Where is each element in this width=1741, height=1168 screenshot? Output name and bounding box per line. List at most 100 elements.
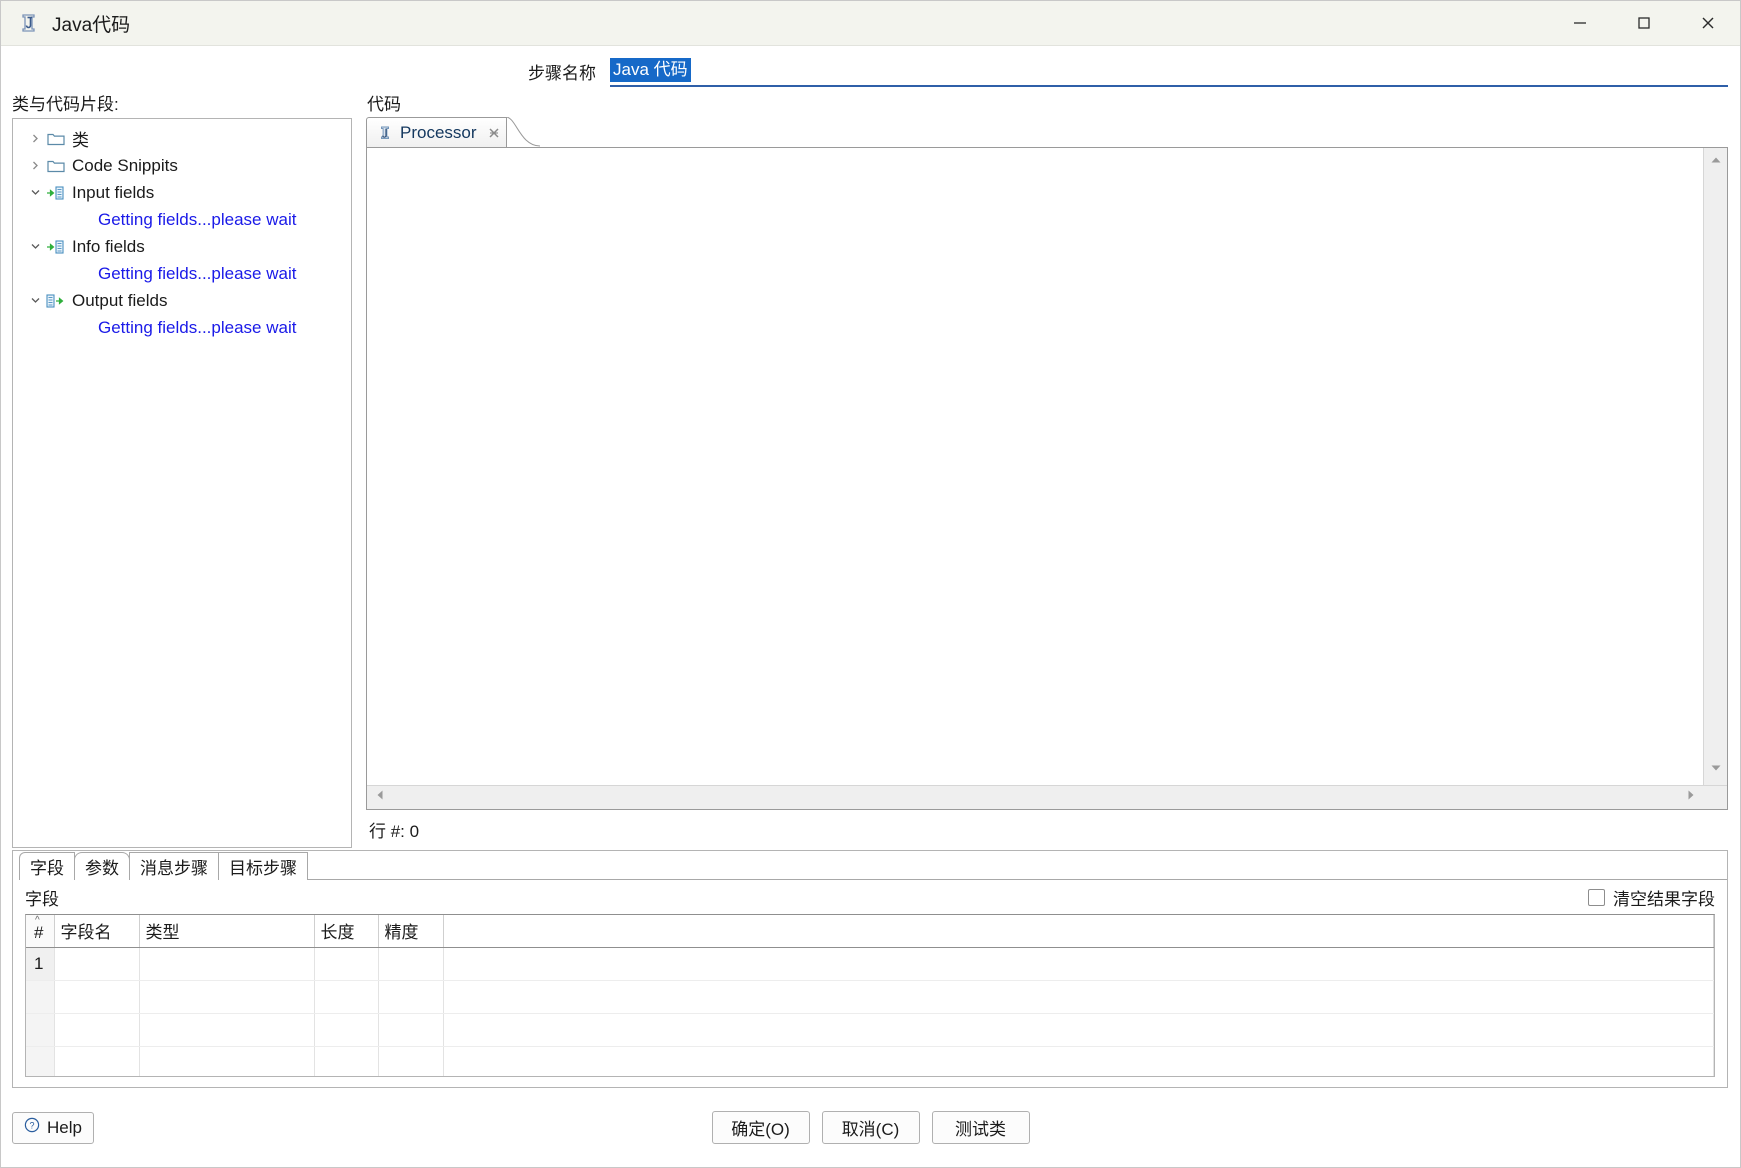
tab-processor[interactable]: Processor <box>366 117 507 147</box>
cell-index <box>26 980 54 1013</box>
column-header-length[interactable]: 长度 <box>314 915 378 947</box>
folder-icon <box>45 131 67 146</box>
scroll-down-icon[interactable] <box>1709 761 1723 780</box>
step-name-row: 步骤名称 Java 代码 <box>1 46 1740 90</box>
title-bar: Java代码 <box>1 1 1740 46</box>
cell-length[interactable] <box>314 1046 378 1077</box>
step-name-input[interactable]: Java 代码 <box>610 55 1728 87</box>
fields-header: 字段 清空结果字段 <box>13 880 1727 914</box>
cell-field-name[interactable] <box>54 947 139 980</box>
vertical-scrollbar[interactable] <box>1704 148 1727 785</box>
code-label: 代码 <box>367 90 401 115</box>
maximize-button[interactable] <box>1612 1 1676 45</box>
tree-leaf-loading: Getting fields...please wait <box>13 314 351 341</box>
fields-table-container[interactable]: ^ # 字段名 类型 长度 精度 1 <box>25 914 1715 1077</box>
column-header-type[interactable]: 类型 <box>139 915 314 947</box>
test-class-button[interactable]: 测试类 <box>932 1111 1030 1144</box>
footer-action-buttons: 确定(O) 取消(C) 测试类 <box>1 1111 1740 1144</box>
classes-snippets-tree[interactable]: 类 Code Snippits <box>12 118 352 848</box>
checkbox-box[interactable] <box>1588 889 1605 906</box>
step-name-label: 步骤名称 <box>528 59 596 84</box>
minimize-button[interactable] <box>1548 1 1612 45</box>
chevron-down-icon[interactable] <box>25 241 45 252</box>
java-class-icon <box>377 125 393 141</box>
vertical-scroll-column <box>1704 148 1727 809</box>
tab-label: Processor <box>400 123 477 143</box>
cell-field-name[interactable] <box>54 1046 139 1077</box>
cell-extra[interactable] <box>443 947 1714 980</box>
bottom-tab-bar: 字段 参数 消息步骤 目标步骤 <box>13 851 1727 880</box>
scroll-right-icon[interactable] <box>1684 788 1698 807</box>
cell-index <box>26 1013 54 1046</box>
tree-item-label: Input fields <box>72 183 154 203</box>
chevron-right-icon[interactable] <box>25 133 45 144</box>
horizontal-scrollbar[interactable] <box>367 785 1704 809</box>
chevron-right-icon[interactable] <box>25 160 45 171</box>
column-header-field-name[interactable]: 字段名 <box>54 915 139 947</box>
close-button[interactable] <box>1676 1 1740 45</box>
java-file-icon <box>18 12 40 34</box>
tab-bar-filler <box>307 852 1727 880</box>
table-row[interactable]: 1 <box>26 947 1714 980</box>
cell-type[interactable] <box>139 947 314 980</box>
step-name-value: Java 代码 <box>610 58 691 83</box>
table-row[interactable] <box>26 1013 1714 1046</box>
tab-target-steps[interactable]: 目标步骤 <box>218 852 308 880</box>
tree-item-input-fields[interactable]: Input fields <box>13 179 351 206</box>
tab-message-steps[interactable]: 消息步骤 <box>129 852 219 880</box>
dialog-footer: ? Help 确定(O) 取消(C) 测试类 <box>1 1088 1740 1167</box>
java-code-dialog: Java代码 步骤名称 Java 代码 类与代码片段: 代码 <box>0 0 1741 1168</box>
tree-item-label: 类 <box>72 126 89 151</box>
help-button[interactable]: ? Help <box>12 1112 94 1144</box>
tab-curve-decoration <box>506 117 540 147</box>
chevron-down-icon[interactable] <box>25 187 45 198</box>
fields-title: 字段 <box>25 885 59 910</box>
table-row[interactable] <box>26 980 1714 1013</box>
table-header-row: ^ # 字段名 类型 长度 精度 <box>26 915 1714 947</box>
code-editor-body <box>366 148 1728 810</box>
line-number-status: 行 #: 0 <box>366 810 1728 848</box>
code-panel: Processor <box>366 118 1728 848</box>
ok-button[interactable]: 确定(O) <box>712 1111 810 1144</box>
cell-field-name[interactable] <box>54 980 139 1013</box>
section-labels: 类与代码片段: 代码 <box>1 90 1740 118</box>
tab-fields[interactable]: 字段 <box>19 852 75 880</box>
window-controls <box>1548 1 1740 45</box>
tree-item-classes[interactable]: 类 <box>13 125 351 152</box>
cell-type[interactable] <box>139 1046 314 1077</box>
fields-table: ^ # 字段名 类型 长度 精度 1 <box>26 915 1714 1077</box>
cell-field-name[interactable] <box>54 1013 139 1046</box>
cell-extra[interactable] <box>443 1013 1714 1046</box>
column-header-precision[interactable]: 精度 <box>378 915 443 947</box>
cell-precision[interactable] <box>378 980 443 1013</box>
clear-result-fields-checkbox[interactable]: 清空结果字段 <box>1588 885 1715 910</box>
cell-extra[interactable] <box>443 1046 1714 1077</box>
tree-leaf-loading: Getting fields...please wait <box>13 260 351 287</box>
table-row[interactable] <box>26 1046 1714 1077</box>
classes-snippets-label: 类与代码片段: <box>12 90 119 115</box>
tab-parameters[interactable]: 参数 <box>74 852 130 880</box>
cell-length[interactable] <box>314 1013 378 1046</box>
column-header-spacer <box>443 915 1714 947</box>
cell-extra[interactable] <box>443 980 1714 1013</box>
cell-length[interactable] <box>314 980 378 1013</box>
cell-index: 1 <box>26 947 54 980</box>
cell-precision[interactable] <box>378 947 443 980</box>
cancel-button[interactable]: 取消(C) <box>822 1111 920 1144</box>
chevron-down-icon[interactable] <box>25 295 45 306</box>
scroll-up-icon[interactable] <box>1709 153 1723 172</box>
cell-type[interactable] <box>139 980 314 1013</box>
cell-precision[interactable] <box>378 1013 443 1046</box>
tab-close-icon[interactable] <box>488 127 500 139</box>
column-header-index[interactable]: ^ # <box>26 915 54 947</box>
code-text-area[interactable] <box>367 148 1704 785</box>
output-fields-icon <box>45 293 67 309</box>
cell-type[interactable] <box>139 1013 314 1046</box>
cell-precision[interactable] <box>378 1046 443 1077</box>
tree-item-info-fields[interactable]: Info fields <box>13 233 351 260</box>
cell-length[interactable] <box>314 947 378 980</box>
bottom-tabbed-panel: 字段 参数 消息步骤 目标步骤 字段 清空结果字段 <box>12 850 1728 1088</box>
tree-item-output-fields[interactable]: Output fields <box>13 287 351 314</box>
tree-item-code-snippits[interactable]: Code Snippits <box>13 152 351 179</box>
scroll-left-icon[interactable] <box>373 788 387 807</box>
